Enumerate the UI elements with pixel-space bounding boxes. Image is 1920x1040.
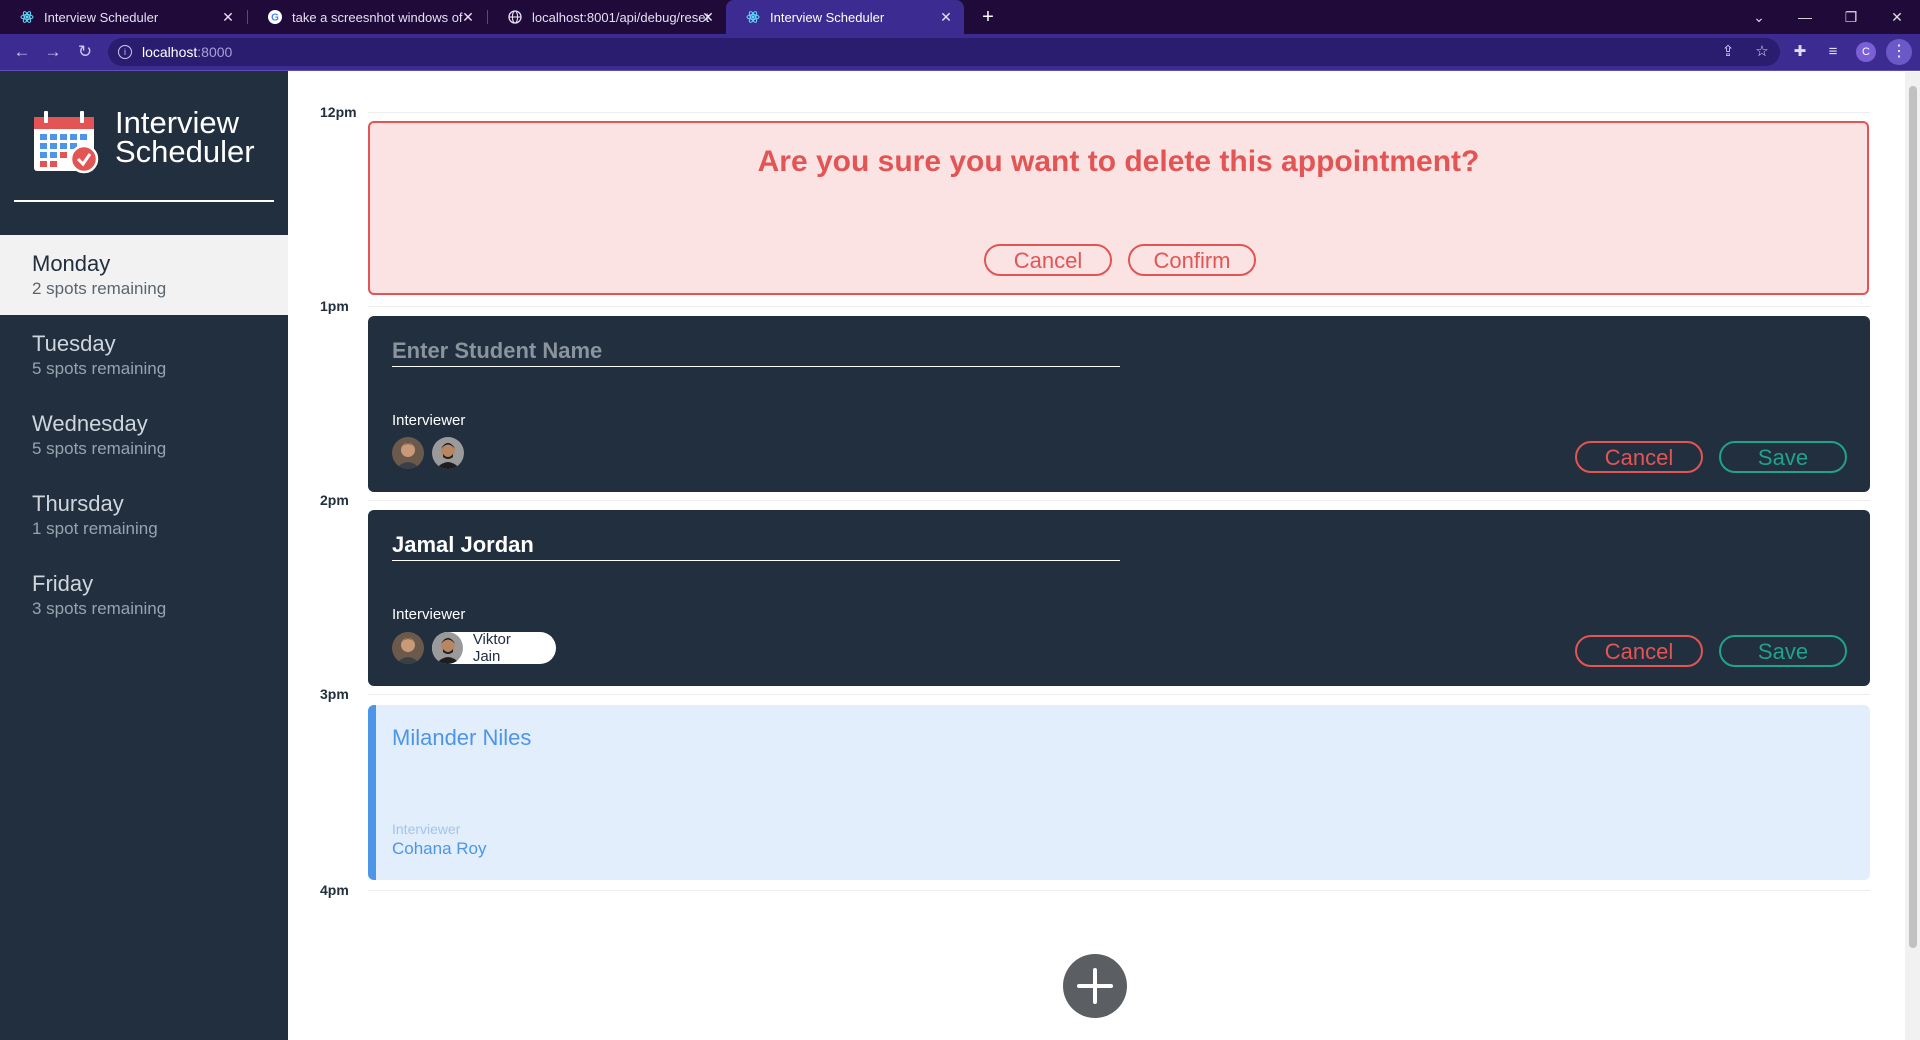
close-window-button[interactable]: ✕ (1874, 0, 1920, 34)
plus-icon (1077, 968, 1113, 1004)
day-item-monday[interactable]: Monday 2 spots remaining (0, 235, 288, 315)
hour-divider (368, 112, 1870, 113)
interviewer-name: Cohana Roy (392, 839, 487, 858)
confirm-button[interactable]: Confirm (1128, 244, 1256, 276)
sidebar-divider (14, 200, 274, 202)
address-bar[interactable]: i localhost:8000 (108, 38, 1780, 66)
time-label: 4pm (320, 882, 349, 898)
scrollbar-thumb[interactable] (1909, 86, 1917, 948)
app-title: Interview Scheduler (115, 105, 255, 169)
url-text: localhost:8000 (142, 44, 233, 60)
info-icon[interactable]: i (118, 45, 132, 59)
day-spots: 1 spot remaining (32, 519, 158, 538)
react-icon (746, 10, 760, 24)
day-item-friday[interactable]: Friday 3 spots remaining (0, 555, 288, 635)
student-name-input[interactable]: Jamal Jordan (392, 530, 1120, 561)
browser-tab-active[interactable]: Interview Scheduler ✕ (726, 0, 964, 34)
browser-tab[interactable]: G take a screesnhot windows of 1 n ✕ (248, 0, 486, 34)
browser-tab[interactable]: localhost:8001/api/debug/reset ✕ (488, 0, 726, 34)
close-icon[interactable]: ✕ (460, 9, 476, 25)
student-name-input[interactable]: Enter Student Name (392, 336, 1120, 367)
hour-divider (368, 500, 1870, 501)
delete-confirmation: Are you sure you want to delete this app… (368, 121, 1869, 295)
appointment-form-edit: Jamal Jordan Interviewer Viktor Jain Can… (368, 510, 1870, 686)
day-spots: 5 spots remaining (32, 439, 167, 458)
svg-text:G: G (271, 13, 279, 24)
cancel-button[interactable]: Cancel (984, 244, 1112, 276)
tab-search-icon[interactable]: ⌄ (1736, 0, 1782, 34)
interviewer-label: Interviewer (392, 606, 466, 623)
restore-button[interactable]: ❐ (1828, 0, 1874, 34)
cancel-button[interactable]: Cancel (1575, 441, 1703, 473)
time-label: 2pm (320, 492, 349, 508)
day-name: Wednesday (32, 411, 148, 436)
close-icon[interactable]: ✕ (220, 9, 236, 25)
new-tab-button[interactable]: + (976, 5, 1000, 29)
hour-divider (368, 306, 1870, 307)
reload-icon[interactable]: ↻ (73, 40, 97, 64)
time-label: 3pm (320, 686, 349, 702)
day-name: Monday (32, 251, 111, 276)
day-item-wednesday[interactable]: Wednesday 5 spots remaining (0, 395, 288, 475)
day-item-thursday[interactable]: Thursday 1 spot remaining (0, 475, 288, 555)
day-name: Thursday (32, 491, 124, 516)
extensions-icon[interactable]: ✚ (1788, 40, 1812, 64)
interviewer-label: Interviewer (392, 821, 461, 837)
day-name: Tuesday (32, 331, 116, 356)
appointment-card[interactable]: Milander Niles Interviewer Cohana Roy (368, 705, 1870, 880)
tab-title: take a screesnhot windows of 1 n (292, 9, 467, 25)
media-icon[interactable]: ≡ (1821, 40, 1845, 64)
sidebar: Interview Scheduler Monday 2 spots remai… (0, 71, 288, 1040)
day-name: Friday (32, 571, 94, 596)
interviewer-label: Interviewer (392, 412, 466, 429)
save-button[interactable]: Save (1719, 441, 1847, 473)
save-button[interactable]: Save (1719, 635, 1847, 667)
share-icon[interactable]: ⇪ (1716, 40, 1740, 64)
hour-divider (368, 890, 1870, 891)
close-icon[interactable]: ✕ (938, 9, 954, 25)
profile-avatar[interactable]: C (1856, 42, 1876, 62)
menu-icon[interactable]: ⋮ (1886, 39, 1912, 65)
scrollbar[interactable] (1905, 72, 1920, 1040)
interviewer-avatar[interactable] (392, 437, 424, 469)
star-icon[interactable]: ☆ (1750, 40, 1774, 64)
calendar-logo-icon (34, 111, 99, 174)
back-icon[interactable]: ← (10, 40, 34, 64)
close-icon[interactable]: ✕ (700, 9, 716, 25)
day-item-tuesday[interactable]: Tuesday 5 spots remaining (0, 315, 288, 395)
browser-tab[interactable]: Interview Scheduler ✕ (0, 0, 246, 34)
appointment-accent-bar (368, 705, 376, 880)
interviewer-name: Viktor Jain (472, 631, 511, 665)
interviewer-avatar (432, 632, 463, 664)
student-name: Milander Niles (392, 725, 532, 750)
day-spots: 2 spots remaining (32, 279, 167, 298)
tab-title: Interview Scheduler (770, 9, 885, 25)
appointment-form-new: Enter Student Name Interviewer Cancel Sa… (368, 316, 1870, 492)
google-icon: G (268, 10, 282, 24)
react-icon (20, 10, 34, 24)
browser-toolbar: ← → ↻ i localhost:8000 ⇪ ☆ ✚ ≡ C ⋮ (0, 34, 1920, 70)
globe-icon (508, 10, 522, 24)
add-appointment-button[interactable] (1063, 954, 1127, 1018)
browser-tab-bar: Interview Scheduler ✕ G take a screesnho… (0, 0, 1920, 34)
cancel-button[interactable]: Cancel (1575, 635, 1703, 667)
toolbar-divider (0, 70, 1920, 71)
tab-title: Interview Scheduler (44, 9, 159, 25)
time-label: 1pm (320, 298, 349, 314)
day-spots: 5 spots remaining (32, 359, 167, 378)
minimize-button[interactable]: — (1782, 0, 1828, 34)
time-label: 12pm (320, 104, 357, 120)
tab-title: localhost:8001/api/debug/reset (532, 9, 710, 25)
hour-divider (368, 694, 1870, 695)
confirm-message: Are you sure you want to delete this app… (757, 145, 1480, 178)
interviewer-selected[interactable]: Viktor Jain (432, 631, 556, 665)
forward-icon[interactable]: → (41, 40, 65, 64)
interviewer-avatar[interactable] (432, 437, 464, 469)
interviewer-avatar[interactable] (392, 632, 424, 664)
day-spots: 3 spots remaining (32, 599, 167, 618)
